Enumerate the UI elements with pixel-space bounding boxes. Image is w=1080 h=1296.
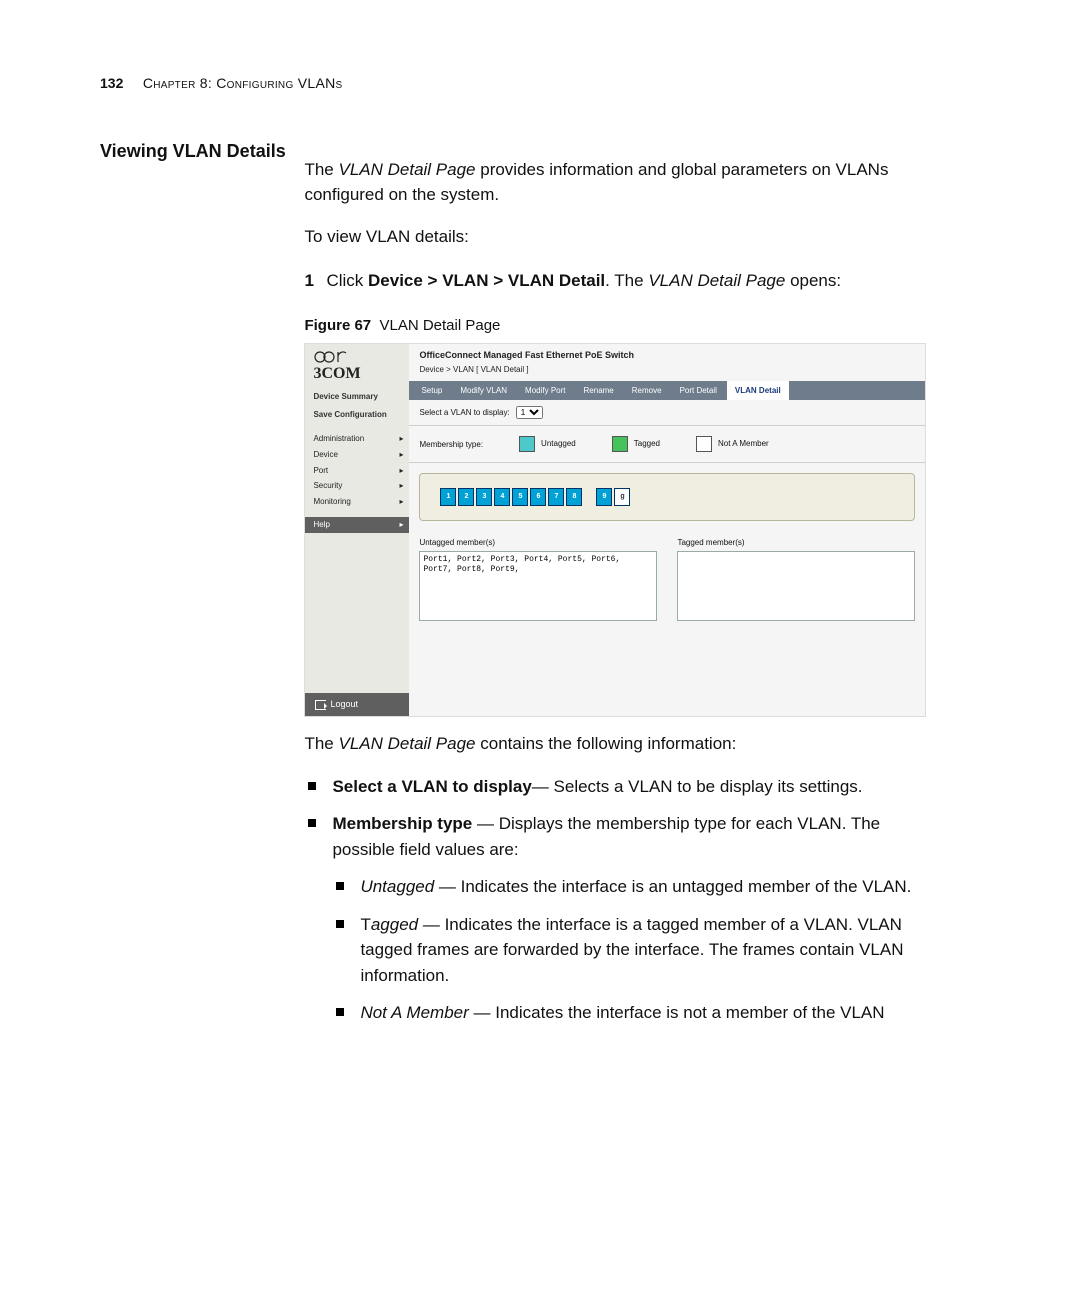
breadcrumb: Device > VLAN [ VLAN Detail ]	[419, 364, 915, 376]
intro-paragraph: The VLAN Detail Page provides informatio…	[304, 158, 924, 207]
sidebar-item-device[interactable]: Device▸	[305, 447, 409, 463]
sidebar-item-admin[interactable]: Administration▸	[305, 431, 409, 447]
swatch-tagged-icon	[612, 436, 628, 452]
port-1[interactable]: 1	[440, 488, 456, 506]
port-6[interactable]: 6	[530, 488, 546, 506]
select-vlan-label: Select a VLAN to display:	[419, 407, 509, 419]
tab-setup[interactable]: Setup	[413, 381, 450, 401]
bullet-select-vlan: Select a VLAN to display— Selects a VLAN…	[304, 774, 924, 800]
port-9[interactable]: 9	[596, 488, 612, 506]
running-header: 132 Chapter 8: Configuring VLANs	[100, 75, 980, 91]
legend-tagged: Tagged	[612, 436, 660, 452]
select-vlan-dropdown[interactable]: 1	[516, 406, 543, 419]
port-4[interactable]: 4	[494, 488, 510, 506]
port-3[interactable]: 3	[476, 488, 492, 506]
figure-screenshot: 3COM Device Summary Save Configuration A…	[304, 343, 926, 717]
chevron-right-icon: ▸	[399, 519, 403, 531]
sidebar-item-device-summary[interactable]: Device Summary	[305, 388, 409, 406]
rings-icon	[313, 350, 347, 364]
chevron-right-icon: ▸	[399, 496, 403, 508]
legend-not-member: Not A Member	[696, 436, 769, 452]
membership-label: Membership type:	[419, 439, 483, 451]
app-title: OfficeConnect Managed Fast Ethernet PoE …	[419, 349, 915, 362]
bullet-membership: Membership type — Displays the membershi…	[304, 811, 924, 1026]
tab-vlan-detail[interactable]: VLAN Detail	[727, 381, 789, 401]
swatch-untagged-icon	[519, 436, 535, 452]
chevron-right-icon: ▸	[399, 449, 403, 461]
tab-rename[interactable]: Rename	[576, 381, 622, 401]
port-5[interactable]: 5	[512, 488, 528, 506]
figure-caption: Figure 67 VLAN Detail Page	[304, 315, 924, 337]
sidebar-item-port[interactable]: Port▸	[305, 463, 409, 479]
page-name-italic: VLAN Detail Page	[338, 160, 475, 179]
bullet-tagged: Tagged — Indicates the interface is a ta…	[332, 912, 924, 989]
sidebar-item-security[interactable]: Security▸	[305, 478, 409, 494]
sidebar-item-help[interactable]: Help▸	[305, 517, 409, 533]
port-7[interactable]: 7	[548, 488, 564, 506]
port-2[interactable]: 2	[458, 488, 474, 506]
swatch-none-icon	[696, 436, 712, 452]
tab-modify-vlan[interactable]: Modify VLAN	[452, 381, 515, 401]
sidebar-item-monitoring[interactable]: Monitoring▸	[305, 494, 409, 510]
untagged-members-box[interactable]	[419, 551, 657, 621]
chevron-right-icon: ▸	[399, 465, 403, 477]
port-8[interactable]: 8	[566, 488, 582, 506]
logout-button[interactable]: Logout	[305, 693, 409, 716]
chapter-title: Chapter 8: Configuring VLANs	[143, 75, 343, 91]
port-strip: 1 2 3 4 5 6 7 8 9 g	[419, 473, 915, 521]
page-number: 132	[100, 75, 123, 91]
tagged-members-label: Tagged member(s)	[677, 537, 915, 549]
brand-logo: 3COM	[305, 344, 409, 388]
untagged-members-label: Untagged member(s)	[419, 537, 657, 549]
tagged-members-box[interactable]	[677, 551, 915, 621]
logout-icon	[315, 700, 326, 710]
chevron-right-icon: ▸	[399, 480, 403, 492]
bullet-not-member: Not A Member — Indicates the interface i…	[332, 1000, 924, 1026]
after-figure-text: The VLAN Detail Page contains the follow…	[304, 731, 924, 757]
chevron-right-icon: ▸	[399, 433, 403, 445]
port-g[interactable]: g	[614, 488, 630, 506]
tab-bar: Setup Modify VLAN Modify Port Rename Rem…	[409, 381, 925, 401]
bullet-untagged: Untagged — Indicates the interface is an…	[332, 874, 924, 900]
step-1: Click Device > VLAN > VLAN Detail. The V…	[304, 268, 924, 294]
tab-remove[interactable]: Remove	[624, 381, 670, 401]
intro-lead: To view VLAN details:	[304, 225, 924, 250]
tab-port-detail[interactable]: Port Detail	[672, 381, 725, 401]
sidebar-item-save-config[interactable]: Save Configuration	[305, 406, 409, 424]
tab-modify-port[interactable]: Modify Port	[517, 381, 573, 401]
section-heading: Viewing VLAN Details	[100, 141, 300, 162]
legend-untagged: Untagged	[519, 436, 576, 452]
